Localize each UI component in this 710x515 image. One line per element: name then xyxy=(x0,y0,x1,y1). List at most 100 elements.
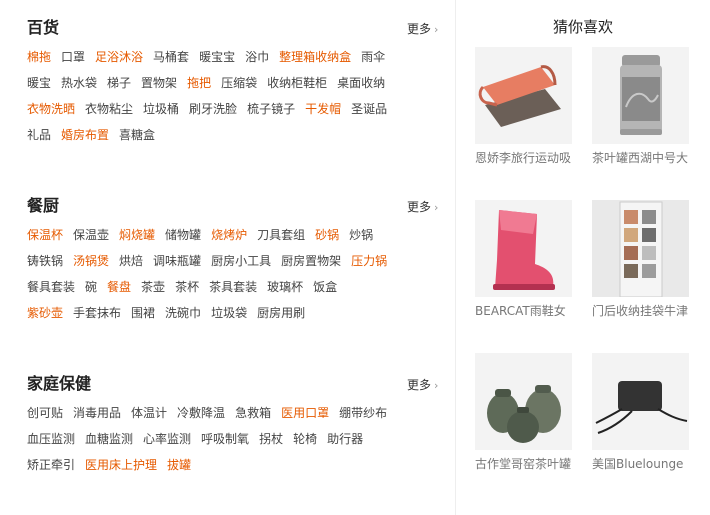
tag-link[interactable]: 厨房用刷 xyxy=(257,303,305,323)
towel-image[interactable] xyxy=(475,47,572,144)
more-label[interactable]: 更多 xyxy=(407,22,431,36)
tag-link[interactable]: 助行器 xyxy=(327,429,363,449)
tag-link[interactable]: 手套抹布 xyxy=(73,303,121,323)
tag-link[interactable]: 烘焙 xyxy=(119,251,143,271)
tag-link[interactable]: 茶具套装 xyxy=(209,277,257,297)
tag-link[interactable]: 衣物洗晒 xyxy=(27,99,75,119)
tag-link[interactable]: 干发帽 xyxy=(305,99,341,119)
product-name[interactable]: 恩娇李旅行运动吸 xyxy=(475,150,573,166)
product-card[interactable]: 茶叶罐西湖中号大 xyxy=(592,47,690,166)
tag-link[interactable]: 口罩 xyxy=(61,47,85,67)
tag-link[interactable]: 轮椅 xyxy=(293,429,317,449)
tag-link[interactable]: 圣诞品 xyxy=(351,99,387,119)
tag-link[interactable]: 拐杖 xyxy=(259,429,283,449)
tag-link[interactable]: 暖宝宝 xyxy=(199,47,235,67)
tag-link[interactable]: 焖烧罐 xyxy=(119,225,155,245)
tag-link[interactable]: 玻璃杯 xyxy=(267,277,303,297)
tag-link[interactable]: 热水袋 xyxy=(61,73,97,93)
tag-link[interactable]: 马桶套 xyxy=(153,47,189,67)
product-card[interactable]: 美国Bluelounge xyxy=(592,353,690,472)
tag-row: 血压监测 血糖监测 心率监测 呼吸制氧 拐杖 轮椅 助行器 xyxy=(27,428,447,454)
tag-link[interactable]: 餐具套装 xyxy=(27,277,75,297)
tag-link[interactable]: 烧烤炉 xyxy=(211,225,247,245)
tag-link[interactable]: 急救箱 xyxy=(235,403,271,423)
tag-link[interactable]: 厨房置物架 xyxy=(281,251,341,271)
tag-link[interactable]: 压缩袋 xyxy=(221,73,257,93)
more-link[interactable]: 更多 › xyxy=(407,21,438,38)
tag-link[interactable]: 碗 xyxy=(85,277,97,297)
tag-link[interactable]: 围裙 xyxy=(131,303,155,323)
tag-link[interactable]: 礼品 xyxy=(27,125,51,145)
tag-link[interactable]: 茶杯 xyxy=(175,277,199,297)
tag-link[interactable]: 医用床上护理 xyxy=(85,455,157,475)
tag-link[interactable]: 血压监测 xyxy=(27,429,75,449)
cable-box-image[interactable] xyxy=(592,353,689,450)
tag-link[interactable]: 冷敷降温 xyxy=(177,403,225,423)
tag-link[interactable]: 拖把 xyxy=(187,73,211,93)
product-name[interactable]: 茶叶罐西湖中号大 xyxy=(592,150,690,166)
product-card[interactable]: BEARCAT雨鞋女 xyxy=(475,200,573,319)
tag-link[interactable]: 创可贴 xyxy=(27,403,63,423)
product-name[interactable]: 古作堂哥窑茶叶罐 xyxy=(475,456,573,472)
tag-link[interactable]: 收纳柜鞋柜 xyxy=(267,73,327,93)
product-name[interactable]: 门后收纳挂袋牛津 xyxy=(592,303,690,319)
product-card[interactable]: 门后收纳挂袋牛津 xyxy=(592,200,690,319)
tag-link[interactable]: 铸铁锅 xyxy=(27,251,63,271)
tag-link[interactable]: 医用口罩 xyxy=(281,403,329,423)
tag-link[interactable]: 压力锅 xyxy=(351,251,387,271)
rain-boot-image[interactable] xyxy=(475,200,572,297)
tag-link[interactable]: 洗碗巾 xyxy=(165,303,201,323)
tag-link[interactable]: 砂锅 xyxy=(315,225,339,245)
tag-link[interactable]: 垃圾桶 xyxy=(143,99,179,119)
tag-link[interactable]: 雨伞 xyxy=(361,47,385,67)
tag-link[interactable]: 保温壶 xyxy=(73,225,109,245)
tag-link[interactable]: 垃圾袋 xyxy=(211,303,247,323)
tag-link[interactable]: 刀具套组 xyxy=(257,225,305,245)
tag-link[interactable]: 炒锅 xyxy=(349,225,373,245)
tea-can-image[interactable] xyxy=(592,47,689,144)
tag-link[interactable]: 置物架 xyxy=(141,73,177,93)
tag-link[interactable]: 整理箱收纳盒 xyxy=(279,47,351,67)
tea-jars-image[interactable] xyxy=(475,353,572,450)
product-name[interactable]: BEARCAT雨鞋女 xyxy=(475,303,573,319)
product-name[interactable]: 美国Bluelounge xyxy=(592,456,690,472)
tag-link[interactable]: 衣物粘尘 xyxy=(85,99,133,119)
hanging-organizer-image[interactable] xyxy=(592,200,689,297)
tag-link[interactable]: 梳子镜子 xyxy=(247,99,295,119)
more-link[interactable]: 更多 › xyxy=(407,199,438,216)
tag-link[interactable]: 婚房布置 xyxy=(61,125,109,145)
tag-link[interactable]: 保温杯 xyxy=(27,225,63,245)
tag-link[interactable]: 刷牙洗脸 xyxy=(189,99,237,119)
tag-link[interactable]: 足浴沐浴 xyxy=(95,47,143,67)
tag-row: 棉拖 口罩 足浴沐浴 马桶套 暖宝宝 浴巾 整理箱收纳盒 雨伞 xyxy=(27,46,447,72)
tag-link[interactable]: 梯子 xyxy=(107,73,131,93)
tag-link[interactable]: 消毒用品 xyxy=(73,403,121,423)
tag-link[interactable]: 饭盒 xyxy=(313,277,337,297)
tag-link[interactable]: 呼吸制氧 xyxy=(201,429,249,449)
tag-link[interactable]: 浴巾 xyxy=(245,47,269,67)
tag-link[interactable]: 绷带纱布 xyxy=(339,403,387,423)
tag-link[interactable]: 紫砂壶 xyxy=(27,303,63,323)
tag-row: 礼品 婚房布置 喜糖盒 xyxy=(27,124,447,150)
tag-link[interactable]: 餐盘 xyxy=(107,277,131,297)
tag-link[interactable]: 血糖监测 xyxy=(85,429,133,449)
tag-link[interactable]: 厨房小工具 xyxy=(211,251,271,271)
more-label[interactable]: 更多 xyxy=(407,378,431,392)
tag-link[interactable]: 茶壶 xyxy=(141,277,165,297)
tag-link[interactable]: 棉拖 xyxy=(27,47,51,67)
tag-link[interactable]: 暖宝 xyxy=(27,73,51,93)
tag-link[interactable]: 拔罐 xyxy=(167,455,191,475)
product-card[interactable]: 恩娇李旅行运动吸 xyxy=(475,47,573,166)
tag-link[interactable]: 喜糖盒 xyxy=(119,125,155,145)
tag-link[interactable]: 桌面收纳 xyxy=(337,73,385,93)
tag-link[interactable]: 体温计 xyxy=(131,403,167,423)
tag-link[interactable]: 储物罐 xyxy=(165,225,201,245)
tag-link[interactable]: 心率监测 xyxy=(143,429,191,449)
product-card[interactable]: 古作堂哥窑茶叶罐 xyxy=(475,353,573,472)
tag-link[interactable]: 矫正牵引 xyxy=(27,455,75,475)
more-link[interactable]: 更多 › xyxy=(407,377,438,394)
tag-link[interactable]: 调味瓶罐 xyxy=(153,251,201,271)
recommend-panel: 猜你喜欢 恩娇李旅行运动吸 茶叶罐西湖中号大 BEARCAT雨鞋女 门后收纳挂袋… xyxy=(456,0,710,515)
tag-link[interactable]: 汤锅煲 xyxy=(73,251,109,271)
more-label[interactable]: 更多 xyxy=(407,200,431,214)
